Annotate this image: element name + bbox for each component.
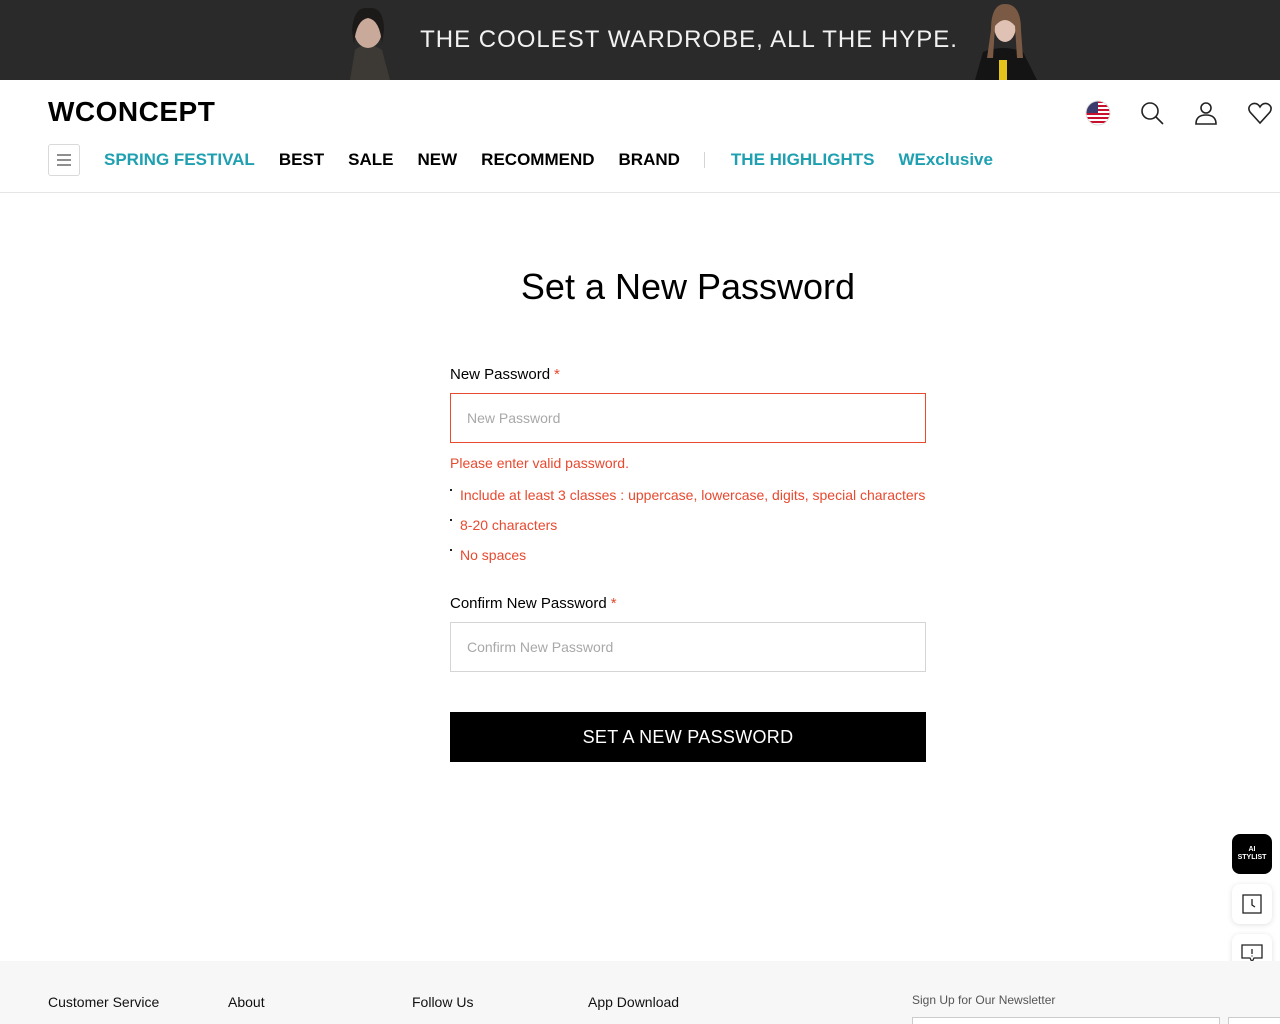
set-new-password-button[interactable]: SET A NEW PASSWORD (450, 712, 926, 762)
confirm-password-input[interactable] (450, 622, 926, 672)
password-rule: 8-20 characters (450, 515, 926, 545)
promo-text: THE COOLEST WARDROBE, ALL THE HYPE. (420, 26, 958, 53)
ai-stylist-button[interactable]: AI STYLIST (1232, 834, 1272, 874)
newsletter-submit-button[interactable] (1228, 1017, 1280, 1024)
nav-wexclusive[interactable]: WExclusive (898, 150, 993, 170)
required-mark: * (610, 595, 617, 612)
nav-new[interactable]: NEW (418, 150, 458, 170)
nav-best[interactable]: BEST (279, 150, 324, 170)
header-actions (1085, 100, 1273, 126)
nav-recommend[interactable]: RECOMMEND (481, 150, 594, 170)
new-password-input[interactable] (450, 393, 926, 443)
footer-about[interactable]: About (228, 994, 265, 1010)
heart-icon[interactable] (1247, 100, 1273, 126)
wconcept-logo[interactable]: WCONCEPT (48, 96, 215, 128)
nav-brand[interactable]: BRAND (619, 150, 680, 170)
new-password-label: New Password * (450, 366, 926, 383)
site-footer: Customer Service About Follow Us App Dow… (0, 961, 1280, 1024)
nav-the-highlights[interactable]: THE HIGHLIGHTS (731, 150, 875, 170)
new-password-error: Please enter valid password. (450, 455, 629, 471)
recent-clock-icon (1242, 894, 1262, 914)
site-header: WCONCEPT SPRING FESTIVAL BEST SALE NEW R… (0, 80, 1280, 193)
footer-app-download[interactable]: App Download (588, 994, 679, 1010)
us-flag-icon[interactable] (1085, 100, 1111, 126)
confirm-password-label-text: Confirm New Password (450, 595, 607, 612)
ai-stylist-line1: AI (1248, 846, 1256, 853)
confirm-password-field: Confirm New Password * (450, 595, 926, 672)
nav-divider (703, 152, 705, 168)
recent-view-button[interactable] (1232, 884, 1272, 924)
nav-spring-festival[interactable]: SPRING FESTIVAL (104, 150, 255, 170)
password-rules-list: Include at least 3 classes : uppercase, … (450, 485, 926, 575)
newsletter-label: Sign Up for Our Newsletter (912, 993, 1056, 1007)
required-mark: * (554, 366, 560, 383)
menu-button[interactable] (48, 144, 80, 176)
ai-stylist-line2: STYLIST (1237, 854, 1267, 861)
user-icon[interactable] (1193, 100, 1219, 126)
newsletter-email-input[interactable] (912, 1017, 1220, 1024)
new-password-label-text: New Password (450, 366, 551, 383)
password-rule: Include at least 3 classes : uppercase, … (450, 485, 926, 515)
set-password-form: New Password * Please enter valid passwor… (450, 366, 926, 762)
footer-follow-us[interactable]: Follow Us (412, 994, 473, 1010)
new-password-field: New Password * Please enter valid passwor… (450, 366, 926, 575)
password-rule: No spaces (450, 545, 926, 575)
confirm-password-label: Confirm New Password * (450, 595, 926, 612)
search-icon[interactable] (1139, 100, 1165, 126)
nav-sale[interactable]: SALE (348, 150, 393, 170)
footer-customer-service[interactable]: Customer Service (48, 994, 159, 1010)
page-title: Set a New Password (520, 266, 856, 307)
hamburger-icon (57, 154, 71, 166)
main-nav: SPRING FESTIVAL BEST SALE NEW RECOMMEND … (104, 150, 1017, 170)
promo-banner[interactable]: THE COOLEST WARDROBE, ALL THE HYPE. (0, 0, 1280, 80)
model-right-image (965, 0, 1045, 80)
